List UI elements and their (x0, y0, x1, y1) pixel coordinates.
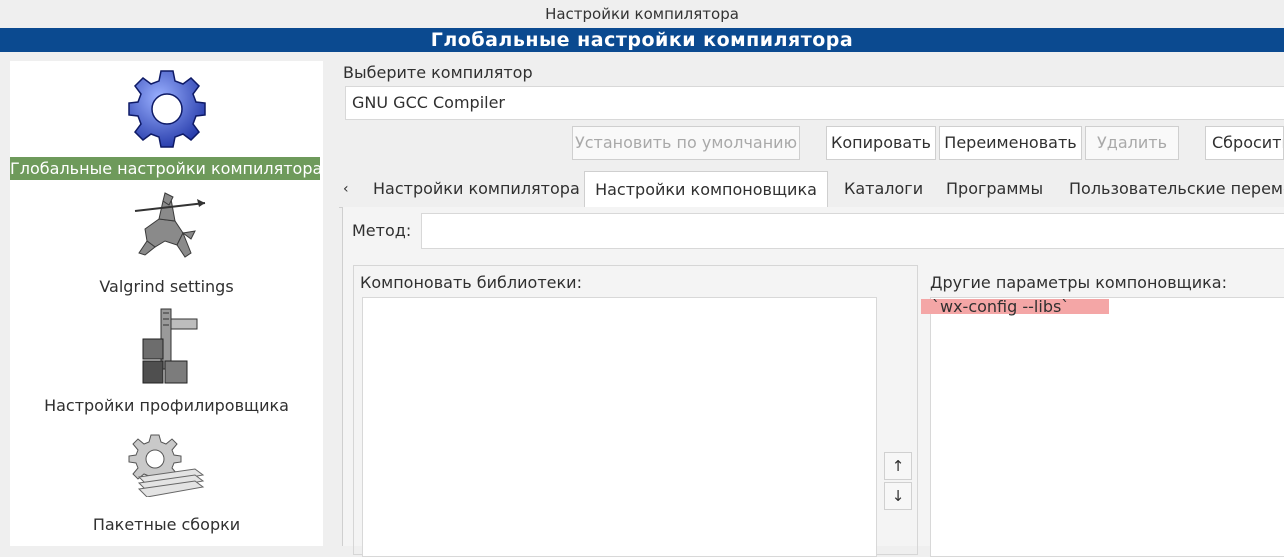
set-default-button[interactable]: Установить по умолчанию (572, 126, 800, 160)
gear-icon[interactable] (10, 67, 323, 151)
link-libraries-list[interactable] (362, 297, 877, 557)
rename-button[interactable]: Переименовать (939, 126, 1082, 160)
compiler-select[interactable]: GNU GCC Compiler (345, 86, 1284, 120)
main-panel: Выберите компилятор GNU GCC Compiler Уст… (339, 61, 1284, 557)
caliper-icon[interactable] (10, 305, 323, 385)
sidebar: Глобальные настройки компилятора Valgrin… (10, 61, 323, 546)
tab-programs[interactable]: Программы (946, 171, 1043, 207)
sidebar-item-batch-builds[interactable]: Пакетные сборки (10, 515, 323, 534)
move-down-button[interactable]: ↓ (884, 482, 912, 510)
page-banner-title: Глобальные настройки компилятора (0, 28, 1284, 52)
tab-custom-variables[interactable]: Пользовательские переме (1069, 171, 1284, 207)
tab-compiler-settings[interactable]: Настройки компилятора (373, 171, 580, 207)
move-up-button[interactable]: ↑ (884, 452, 912, 480)
link-libraries-label: Компоновать библиотеки: (360, 273, 582, 292)
valgrind-knight-icon[interactable] (10, 189, 323, 265)
tab-directories[interactable]: Каталоги (844, 171, 923, 207)
other-linker-options-field[interactable] (930, 297, 1284, 557)
other-linker-options-text[interactable]: `wx-config --libs` (932, 297, 1069, 316)
window-title: Настройки компилятора (0, 0, 1284, 28)
tab-scroll-left-icon[interactable]: ‹ (343, 171, 349, 207)
sidebar-item-global-settings[interactable]: Глобальные настройки компилятора (10, 157, 322, 180)
delete-button[interactable]: Удалить (1085, 126, 1179, 160)
reset-button[interactable]: Сбросить (1205, 126, 1284, 160)
copy-button[interactable]: Копировать (826, 126, 936, 160)
settings-tabbar: ‹ Настройки компилятора Настройки компон… (339, 171, 1284, 208)
method-label: Метод: (352, 221, 412, 240)
linker-settings-panel: Метод: Компоновать библиотеки: ↑ ↓ Други… (342, 207, 1284, 557)
sidebar-item-profiler[interactable]: Настройки профилировщика (10, 396, 323, 415)
other-linker-options-label: Другие параметры компоновщика: (930, 273, 1227, 292)
method-select[interactable] (421, 213, 1284, 249)
tab-linker-settings[interactable]: Настройки компоновщика (584, 171, 828, 208)
compiler-select-label: Выберите компилятор (343, 63, 533, 82)
sidebar-item-valgrind[interactable]: Valgrind settings (10, 277, 323, 296)
batch-gear-icon[interactable] (10, 433, 323, 497)
